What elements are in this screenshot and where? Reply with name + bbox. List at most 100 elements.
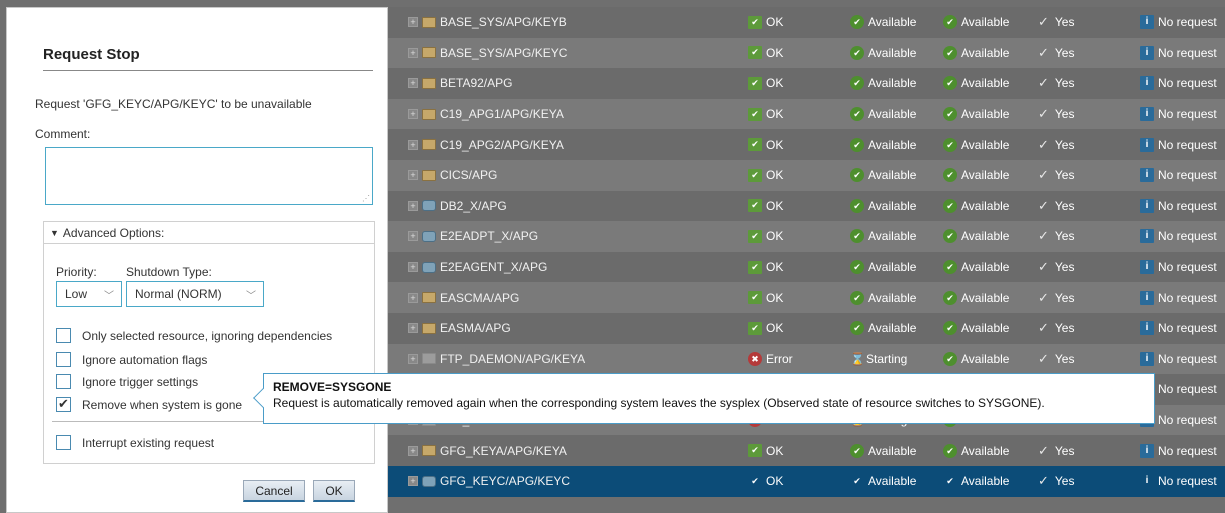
shutdown-type-select[interactable]: Normal (NORM) ﹀ <box>126 281 264 307</box>
available-check-icon: ✔ <box>853 476 861 487</box>
observed-status: ✔ OK <box>748 260 783 274</box>
ok-status-icon: ✔ <box>751 475 759 486</box>
expand-icon[interactable]: + <box>408 445 418 456</box>
option-ignore-automation-flags[interactable]: Ignore automation flags <box>56 352 207 367</box>
resource-name[interactable]: DB2_X/APG <box>440 199 507 213</box>
table-row[interactable]: + GFG_KEYC/APG/KEYC ✔ OK ✔ Available ✔ Availabl… <box>380 465 1225 497</box>
expand-icon[interactable]: + <box>408 353 418 364</box>
table-row[interactable]: + BETA92/APG ✔ OK ✔ Available ✔ Available ✓ Yes i N… <box>380 68 1225 99</box>
available-check-icon: ✔ <box>943 107 957 122</box>
available-check-icon: ✔ <box>943 321 957 336</box>
resource-name[interactable]: C19_APG1/APG/KEYA <box>440 107 564 121</box>
checkbox[interactable] <box>56 396 71 412</box>
table-row[interactable]: + CICS/APG ✔ OK ✔ Available ✔ Available ✓ Yes i No … <box>380 159 1225 191</box>
option-remove-when-system-gone[interactable]: Remove when system is gone <box>56 396 242 412</box>
resource-name[interactable]: CICS/APG <box>440 168 497 182</box>
checkbox[interactable] <box>56 352 71 367</box>
desired-status: ✔ Available <box>850 168 916 183</box>
resource-name[interactable]: BETA92/APG <box>440 76 512 90</box>
expand-icon[interactable]: + <box>408 78 418 89</box>
expand-icon[interactable]: + <box>408 139 418 150</box>
table-row[interactable]: + BASE_SYS/APG/KEYB ✔ OK ✔ Available ✔ Availabl… <box>380 7 1225 38</box>
checkbox[interactable] <box>56 328 71 343</box>
checkbox[interactable] <box>56 435 71 450</box>
desired-status: ✔ Available <box>850 290 916 305</box>
checkmark-icon: ✓ <box>1038 289 1049 305</box>
info-icon: i <box>1140 260 1154 275</box>
request-status: iNo request <box>1140 45 1217 60</box>
table-row[interactable]: + BASE_SYS/APG/KEYC ✔ OK ✔ Available ✔ Availabl… <box>380 37 1225 69</box>
option-only-selected[interactable]: Only selected resource, ignoring depende… <box>56 328 332 343</box>
automation-flag: ✓Yes <box>1038 75 1075 91</box>
checkmark-icon: ✓ <box>1038 259 1049 275</box>
expand-icon[interactable]: + <box>408 476 418 487</box>
expand-icon[interactable]: + <box>408 292 418 303</box>
folder-icon <box>422 322 436 334</box>
expand-icon[interactable]: + <box>408 200 418 211</box>
option-ignore-trigger-settings[interactable]: Ignore trigger settings <box>56 374 198 389</box>
checkmark-icon: ✓ <box>1038 75 1049 91</box>
comment-label: Comment: <box>35 127 91 141</box>
checkmark-icon: ✓ <box>1038 44 1049 60</box>
option-interrupt-existing-request[interactable]: Interrupt existing request <box>56 435 214 450</box>
option-label: Ignore automation flags <box>82 352 208 367</box>
ok-status-icon: ✔ <box>748 107 762 121</box>
ok-status-icon: ✔ <box>748 291 762 305</box>
resource-name[interactable]: C19_APG2/APG/KEYA <box>440 138 564 152</box>
table-row[interactable]: + DB2_X/APG ✔ OK ✔ Available ✔ Available ✓ Yes i No… <box>380 190 1225 222</box>
ok-status-icon: ✔ <box>748 76 762 90</box>
resource-name[interactable]: FTP_DAEMON/APG/KEYA <box>440 352 585 366</box>
checkbox[interactable] <box>56 374 71 389</box>
table-row[interactable]: + EASMA/APG ✔ OK ✔ Available ✔ Available ✓ Yes i No… <box>380 312 1225 344</box>
expand-icon[interactable]: + <box>408 170 418 181</box>
resource-name[interactable]: GFG_KEYA/APG/KEYA <box>440 444 567 458</box>
table-row[interactable]: + C19_APG1/APG/KEYA ✔ OK ✔ Available ✔ Availabl… <box>380 98 1225 130</box>
ok-status-icon: ✔ <box>748 15 762 29</box>
expand-icon[interactable]: + <box>408 109 418 120</box>
resize-grip-icon[interactable]: ⋰ <box>362 194 370 203</box>
comment-textarea[interactable]: ⋰ <box>45 147 373 205</box>
table-row[interactable]: + GFG_KEYA/APG/KEYA ✔ OK ✔ Available ✔ Availabl… <box>380 435 1225 466</box>
expand-icon[interactable]: + <box>408 17 418 28</box>
request-status: iNo request <box>1140 321 1217 336</box>
tooltip-body: Request is automatically removed again w… <box>273 396 1045 410</box>
available-check-icon: ✔ <box>946 476 954 487</box>
checkmark-icon: ✓ <box>1038 14 1049 30</box>
observed-status: ✔ OK <box>748 15 783 29</box>
expand-icon[interactable]: + <box>408 231 418 242</box>
available-check-icon: ✔ <box>943 443 957 458</box>
table-row[interactable]: + E2EAGENT_X/APG ✔ OK ✔ Available ✔ Available ✓ Y… <box>380 251 1225 283</box>
automation-flag: ✓Yes <box>1038 167 1075 183</box>
resource-name[interactable]: E2EADPT_X/APG <box>440 229 538 243</box>
available-check-icon: ✔ <box>850 198 864 213</box>
resource-name[interactable]: BASE_SYS/APG/KEYC <box>440 46 567 60</box>
table-row[interactable]: + EASCMA/APG ✔ OK ✔ Available ✔ Available ✓ Yes i N… <box>380 282 1225 313</box>
table-row[interactable]: + E2EADPT_X/APG ✔ OK ✔ Available ✔ Available ✓ Ye… <box>380 221 1225 252</box>
expand-icon[interactable]: + <box>408 262 418 273</box>
expand-icon[interactable]: + <box>408 47 418 58</box>
expand-icon[interactable]: + <box>408 323 418 334</box>
checkmark-icon: ✓ <box>1038 197 1049 213</box>
compound-status: ✔Available <box>943 45 1009 60</box>
automation-flag: ✓Yes <box>1038 197 1075 213</box>
available-check-icon: ✔ <box>943 76 957 91</box>
observed-status: ✔ OK <box>748 168 783 182</box>
automation-flag: ✓Yes <box>1038 442 1075 458</box>
shutdown-type-label: Shutdown Type: <box>126 265 212 279</box>
checkmark-icon: ✓ <box>1038 106 1049 122</box>
cancel-button[interactable]: Cancel <box>243 480 305 502</box>
ok-button[interactable]: OK <box>313 480 355 502</box>
resource-name[interactable]: EASCMA/APG <box>440 291 519 305</box>
advanced-options-label: Advanced Options: <box>62 225 165 240</box>
resource-name[interactable]: E2EAGENT_X/APG <box>440 260 547 274</box>
advanced-options-toggle[interactable]: ▼ Advanced Options: <box>44 222 374 244</box>
request-status: iNo request <box>1140 168 1217 183</box>
resource-name[interactable]: EASMA/APG <box>440 321 511 335</box>
folder-icon <box>422 108 436 120</box>
table-row[interactable]: + FTP_DAEMON/APG/KEYA ✖ Error ⌛ Starting ✔ Avai… <box>380 343 1225 375</box>
resource-name[interactable]: BASE_SYS/APG/KEYB <box>440 15 567 29</box>
resource-name[interactable]: GFG_KEYC/APG/KEYC <box>440 474 570 488</box>
priority-select[interactable]: Low ﹀ <box>56 281 122 307</box>
table-row[interactable]: + C19_APG2/APG/KEYA ✔ OK ✔ Available ✔ Availabl… <box>380 129 1225 160</box>
ok-status-icon: ✔ <box>748 444 762 458</box>
